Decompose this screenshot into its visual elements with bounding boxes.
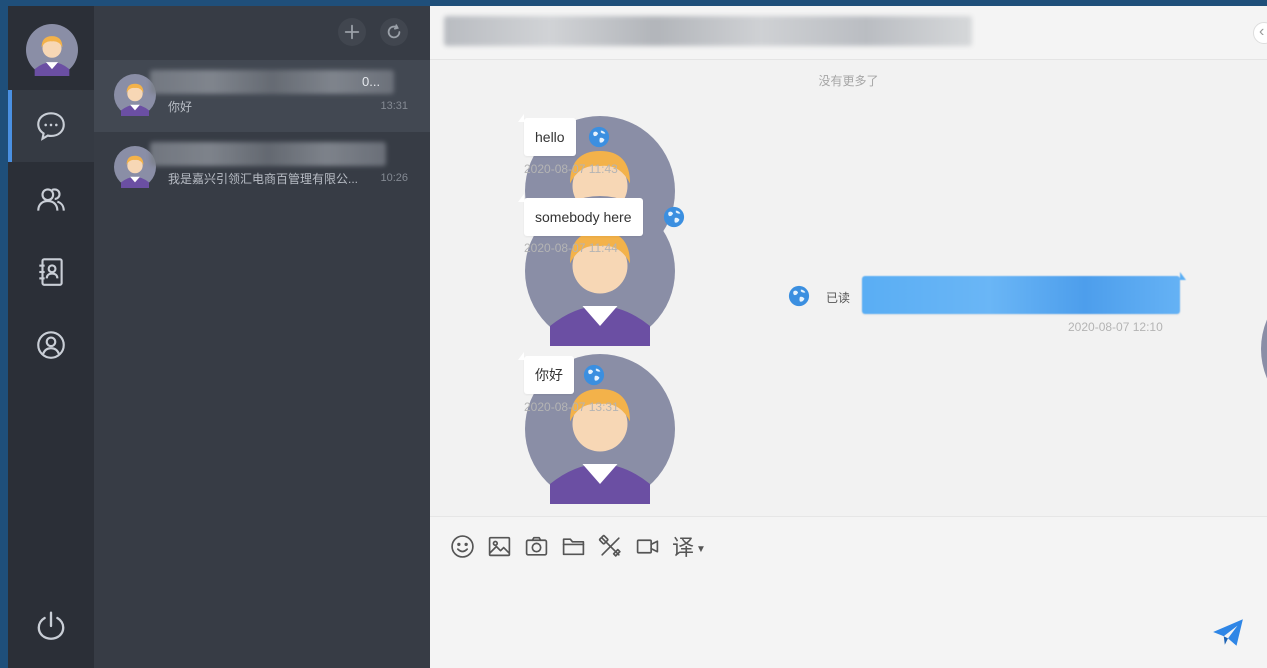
last-message-time: 13:31 [380,100,408,112]
read-status: 已读 [826,291,851,305]
camera-icon [525,536,547,556]
send-icon [1213,619,1243,646]
chat-header [430,6,1267,60]
refresh-button[interactable] [380,18,408,46]
last-message-preview: 你好 [168,100,193,114]
caret-down-icon: ▼ [696,543,706,555]
nav-profile[interactable] [8,309,94,381]
translate-globe-icon[interactable] [663,206,685,228]
conversation-item[interactable]: 0... 你好 13:31 [94,60,430,132]
message-bubble[interactable]: 你好 [518,352,574,394]
composer-toolbar: 译 ▼ [448,531,706,561]
translate-button[interactable]: 译 ▼ [672,530,706,562]
last-message-preview: 我是嘉兴引领汇电商百管理有限公... [168,172,359,186]
app-window: 0... 你好 13:31 我是嘉兴引领汇电商百管理有限公... 10:26 没… [8,6,1267,668]
translate-label: 译 [672,535,695,560]
nav-contacts[interactable] [8,164,94,236]
add-conversation-button[interactable] [338,18,366,46]
last-message-time: 10:26 [380,172,408,184]
chat-panel: 没有更多了 hello 2020-08-07 11:43 somebody he… [430,6,1267,668]
refresh-icon [387,24,401,39]
translate-globe-icon[interactable] [788,285,810,307]
user-circle-icon [37,331,65,359]
no-more-messages: 没有更多了 [818,74,879,88]
nav-address-book[interactable] [8,236,94,308]
plus-icon [344,24,360,40]
contact-name-redacted [150,142,386,166]
power-icon [37,611,65,640]
address-book-icon [39,258,63,286]
screenshot-button[interactable] [522,532,550,560]
my-message-bubble[interactable] [862,272,1186,314]
video-button[interactable] [633,532,661,560]
translate-globe-icon[interactable] [583,364,605,386]
file-button[interactable] [559,532,587,560]
collapse-panel-button[interactable] [1253,22,1267,44]
my-avatar[interactable] [26,24,78,76]
video-icon [636,538,658,554]
conversation-list: 0... 你好 13:31 我是嘉兴引领汇电商百管理有限公... 10:26 [94,6,430,668]
nav-rail [8,6,94,668]
tools-button[interactable] [596,532,624,560]
folder-icon [562,537,584,555]
translate-globe-icon[interactable] [588,126,610,148]
message-composer[interactable]: 译 ▼ [430,516,1267,668]
emoji-button[interactable] [448,532,476,560]
message-bubble[interactable]: somebody here [518,194,643,236]
chat-title-redacted [444,16,972,46]
contacts-icon [37,188,65,211]
chat-bubble-icon [37,112,65,141]
message-time: 2020-08-07 11:43 [524,162,618,176]
emoji-icon [450,534,474,558]
message-bubble[interactable]: hello [518,114,576,156]
my-avatar[interactable] [1186,274,1267,424]
message-time: 2020-08-07 11:44 [524,241,618,255]
image-button[interactable] [485,532,513,560]
conversation-toolbar [94,6,430,60]
nav-chat[interactable] [8,90,94,162]
contact-name-tail: 0... [362,74,381,89]
send-button[interactable] [1211,616,1245,650]
image-icon [488,536,510,556]
contact-name-redacted [150,70,394,94]
logout-button[interactable] [8,596,94,656]
message-time: 2020-08-07 13:31 [524,400,619,414]
conversation-item[interactable]: 我是嘉兴引领汇电商百管理有限公... 10:26 [94,132,430,204]
message-time: 2020-08-07 12:10 [1068,320,1163,334]
scissors-icon [598,534,621,557]
